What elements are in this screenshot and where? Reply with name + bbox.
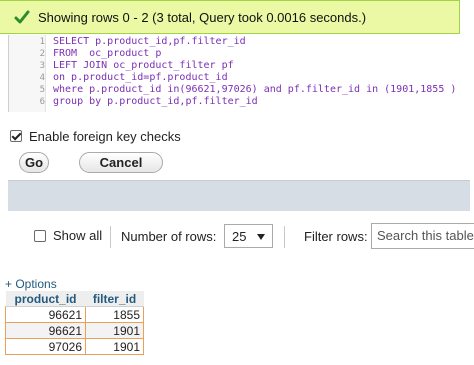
table-cell: 1901 — [85, 322, 144, 339]
options-link[interactable]: + Options — [5, 277, 57, 291]
go-button[interactable]: Go — [19, 152, 49, 173]
table-cell: 97026 — [5, 338, 86, 355]
line-number: 2 — [39, 49, 45, 59]
sql-line: where p.product_id in(96621,97026) and p… — [53, 84, 457, 95]
filter-rows-input[interactable]: Search this table — [371, 223, 474, 249]
divider — [110, 226, 111, 248]
table-row[interactable]: 96621 1855 — [5, 306, 144, 323]
success-message-text: Showing rows 0 - 2 (3 total, Query took … — [38, 9, 367, 25]
sql-line: on p.product_id=pf.product_id — [53, 72, 228, 83]
dropdown-arrow-icon — [257, 234, 265, 240]
table-row[interactable]: 96621 1901 — [5, 322, 144, 339]
line-number: 4 — [39, 73, 45, 83]
column-header-filter-id[interactable]: filter_id — [85, 291, 144, 307]
show-all-label: Show all — [53, 228, 103, 243]
table-cell: 96621 — [5, 322, 86, 339]
table-row[interactable]: 97026 1901 — [5, 338, 144, 355]
foreign-key-checkbox[interactable] — [10, 130, 22, 142]
foreign-key-label: Enable foreign key checks — [29, 128, 181, 144]
show-all-control: Show all — [34, 228, 102, 243]
divider — [284, 226, 285, 248]
sql-query-editor[interactable]: 1 2 3 4 5 6 SELECT p.product_id,pf.filte… — [8, 35, 471, 112]
rows-per-page-value: 25 — [232, 228, 247, 244]
check-icon — [14, 10, 30, 24]
show-all-checkbox[interactable] — [34, 229, 46, 242]
line-number: 3 — [39, 61, 45, 71]
rows-per-page-select[interactable]: 25 — [224, 224, 273, 248]
success-message-banner: Showing rows 0 - 2 (3 total, Query took … — [0, 0, 460, 34]
foreign-key-checks-row: Enable foreign key checks — [10, 127, 181, 145]
table-header-row: product_id filter_id — [5, 291, 144, 307]
table-cell: 1855 — [85, 306, 144, 323]
sql-line: group by p.product_id,pf.filter_id — [53, 96, 258, 107]
sql-line: SELECT p.product_id,pf.filter_id — [53, 36, 246, 47]
table-cell: 1901 — [85, 338, 144, 355]
sql-line: LEFT JOIN oc_product_filter pf — [53, 60, 234, 71]
filter-rows-label: Filter rows: — [304, 229, 368, 244]
column-header-product-id[interactable]: product_id — [5, 291, 86, 307]
table-navigation: Show all Number of rows: 25 Filter rows:… — [0, 223, 474, 249]
cancel-button[interactable]: Cancel — [79, 152, 163, 173]
line-number: 1 — [39, 37, 45, 47]
query-footer-bar — [8, 180, 470, 211]
sql-line: FROM oc_product p — [53, 48, 162, 59]
line-number: 5 — [39, 85, 45, 95]
number-of-rows-label: Number of rows: — [121, 229, 217, 244]
table-cell: 96621 — [5, 306, 86, 323]
line-number: 6 — [39, 97, 45, 107]
results-table: product_id filter_id 96621 1855 96621 19… — [5, 291, 144, 355]
